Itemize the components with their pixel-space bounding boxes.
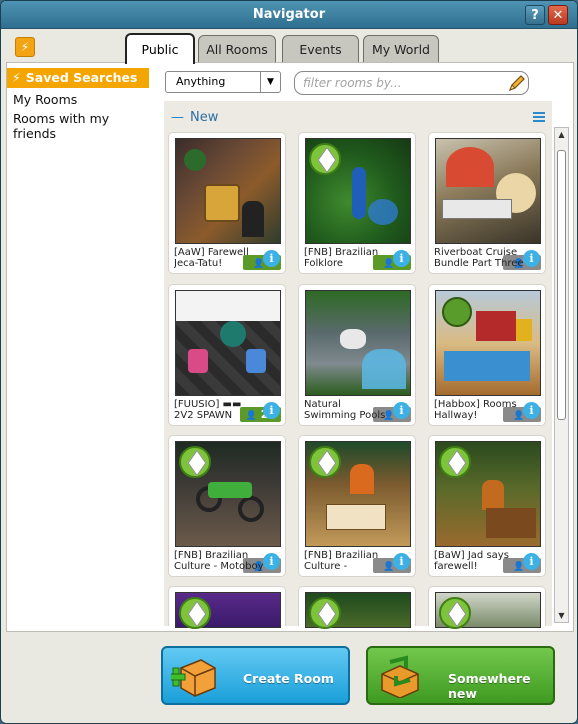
info-icon[interactable]: i [523,250,540,267]
room-card[interactable]: 👤0 [FNB] Brazilian Culture - i [298,435,416,577]
room-card[interactable]: 👤5 [FNB] Brazilian Folklore i [298,132,416,274]
create-room-label: Create Room [243,671,334,686]
tab-all-rooms[interactable]: All Rooms [198,35,276,63]
pencil-icon[interactable] [507,73,527,93]
room-thumbnail [305,290,411,396]
room-card[interactable]: 👤0 Natural Swimming Pools i [298,284,416,426]
window-title: Navigator [252,7,326,22]
titlebar[interactable]: Navigator ? ✕ [1,1,577,29]
group-badge-icon [309,143,341,175]
room-card[interactable]: 👤0 [BaW] Jad says farewell! i [428,435,546,577]
close-button[interactable]: ✕ [548,5,568,25]
tab-my-world[interactable]: My World [363,35,439,63]
room-thumbnail [435,290,541,396]
sidebar: ⚡ Saved Searches My Rooms Rooms with my f… [7,68,149,562]
room-thumbnail [175,290,281,396]
results-scrollbar[interactable]: ▲ ▼ [554,127,569,623]
group-badge-icon [179,446,211,478]
room-card[interactable]: 👤0 [FNB] Brazilian Culture - Motoboy i [168,435,286,577]
sidebar-item-rooms-with-friends[interactable]: Rooms with my friends [7,107,149,141]
section-header-new[interactable]: — New [171,110,218,125]
info-icon[interactable]: i [263,402,280,419]
room-card[interactable] [428,586,546,629]
info-icon[interactable]: i [523,402,540,419]
room-name: [FUUSIO] ▬▬ 2V2 SPAWN [174,399,242,421]
room-name: Riverboat Cruise Bundle Part Three [434,247,524,269]
info-icon[interactable]: i [393,553,410,570]
room-name: Natural Swimming Pools [304,399,386,421]
somewhere-new-button[interactable]: Somewhere new [366,646,555,705]
group-badge-icon [179,597,211,629]
group-badge-icon [309,597,341,629]
room-name: [Habbox] Rooms Hallway! [434,399,517,421]
info-icon[interactable]: i [393,402,410,419]
info-icon[interactable]: i [263,250,280,267]
somewhere-new-label: Somewhere new [448,671,531,701]
group-badge-icon [309,446,341,478]
lightning-icon: ⚡ [12,70,21,85]
room-thumbnail [435,138,541,244]
room-name: [BaW] Jad says farewell! [434,550,509,572]
random-room-icon [381,655,419,698]
info-icon[interactable]: i [393,250,410,267]
room-card[interactable]: 👤2 [AaW] Farewell Jeca-Tatu! i [168,132,286,274]
saved-searches-header[interactable]: ⚡ Saved Searches [7,68,149,88]
room-thumbnail [175,138,281,244]
room-card[interactable]: 👤0 Riverboat Cruise Bundle Part Three i [428,132,546,274]
info-icon[interactable]: i [263,553,280,570]
scroll-down-arrow-icon[interactable]: ▼ [555,609,568,622]
group-badge-icon [439,597,471,629]
room-name: [FNB] Brazilian Culture - [304,550,379,572]
room-name: [AaW] Farewell Jeca-Tatu! [174,247,249,269]
group-badge-icon [439,446,471,478]
tab-events[interactable]: Events [282,35,359,63]
room-card[interactable]: 👤21 [FUUSIO] ▬▬ 2V2 SPAWN i [168,284,286,426]
room-name: [FNB] Brazilian Culture - Motoboy [174,550,264,572]
search-input[interactable] [294,71,529,95]
sidebar-item-my-rooms[interactable]: My Rooms [7,88,149,107]
filter-type-dropdown[interactable]: Anything ▼ [165,71,281,93]
caret-down-icon: ▼ [260,72,280,92]
list-view-icon[interactable] [533,111,545,124]
navigator-window: Navigator ? ✕ ⚡ Public All Rooms Events … [0,0,578,724]
collapse-icon[interactable]: — [171,110,184,125]
scroll-thumb[interactable] [557,150,566,420]
create-room-icon [171,659,216,697]
quick-search-button[interactable]: ⚡ [15,37,35,57]
lightning-icon: ⚡ [20,40,30,54]
room-name: [FNB] Brazilian Folklore [304,247,379,269]
room-card[interactable] [168,586,286,629]
tab-public[interactable]: Public [125,33,195,64]
info-icon[interactable]: i [523,553,540,570]
room-card[interactable]: 👤0 [Habbox] Rooms Hallway! i [428,284,546,426]
room-card[interactable] [298,586,416,629]
create-room-button[interactable]: Create Room [161,646,350,705]
help-button[interactable]: ? [525,5,545,25]
scroll-up-arrow-icon[interactable]: ▲ [555,128,568,141]
